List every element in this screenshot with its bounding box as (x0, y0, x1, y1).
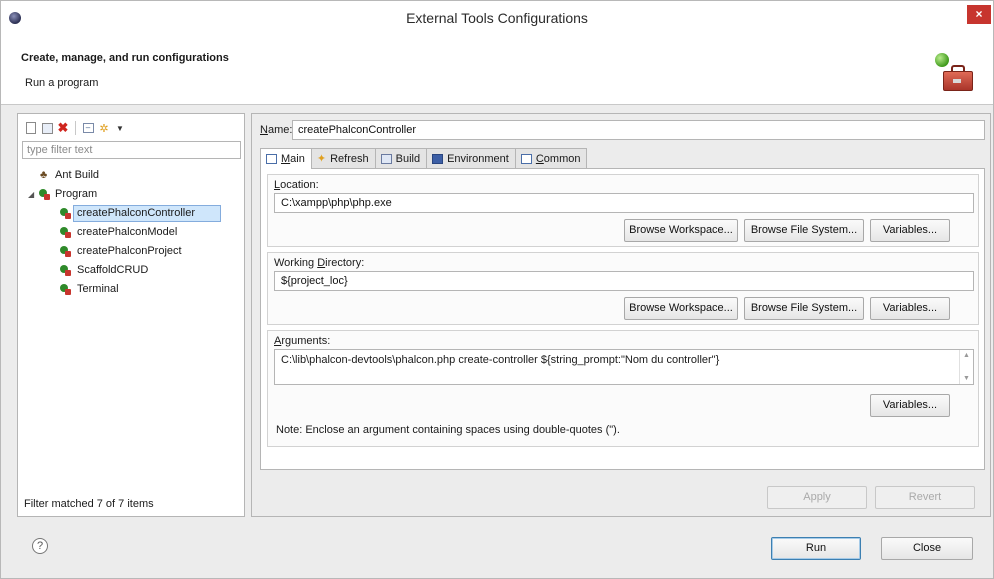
name-label: Name: (260, 124, 293, 136)
toolbox-icon (935, 53, 975, 93)
ant-icon: ♣ (40, 169, 48, 181)
tab-main[interactable]: Main (260, 148, 312, 169)
tree-item-createphalconcontroller[interactable]: createPhalconController (18, 204, 244, 223)
program-launch-icon (60, 284, 72, 295)
tab-bar: Main ✦ Refresh Build Environment Common (260, 148, 588, 169)
build-icon (380, 153, 392, 164)
collapse-all-button[interactable]: – (81, 121, 95, 135)
dialog-window: External Tools Configurations × Create, … (0, 0, 994, 579)
tree-item-createphalconmodel[interactable]: createPhalconModel (18, 223, 244, 242)
configuration-list-panel: ✖ – ✲ ▼ ♣ Ant Build ◢ Program createPhal… (17, 113, 245, 517)
arguments-note: Note: Enclose an argument containing spa… (276, 424, 620, 436)
title-bar: External Tools Configurations × (1, 1, 993, 35)
arguments-text: C:\lib\phalcon-devtools\phalcon.php crea… (281, 354, 720, 366)
tree-item-ant-build[interactable]: ♣ Ant Build (18, 166, 244, 185)
working-directory-field[interactable] (274, 271, 974, 291)
program-launch-icon (60, 265, 72, 276)
filter-status-text: Filter matched 7 of 7 items (24, 498, 154, 510)
tab-label: Environment (447, 152, 509, 165)
location-label: Location: (274, 179, 319, 191)
main-tab-content: Location: Browse Workspace... Browse Fil… (260, 168, 985, 470)
close-button[interactable]: Close (881, 537, 973, 560)
tree-item-label: createPhalconModel (77, 226, 178, 238)
tree-item-createphalconproject[interactable]: createPhalconProject (18, 242, 244, 261)
arguments-label: Arguments: (274, 335, 331, 347)
window-title: External Tools Configurations (406, 10, 588, 26)
working-directory-label: Working Directory: (274, 257, 365, 269)
tree-item-terminal[interactable]: Terminal (18, 280, 244, 299)
browse-file-system-button[interactable]: Browse File System... (744, 219, 864, 242)
tree-item-label: Program (55, 188, 98, 200)
program-launch-icon (60, 246, 72, 257)
tab-refresh[interactable]: ✦ Refresh (310, 148, 376, 168)
tree-item-label: ScaffoldCRUD (77, 264, 149, 276)
run-button[interactable]: Run (771, 537, 861, 560)
new-file-icon (26, 122, 36, 134)
filter-icon: ✲ (99, 122, 109, 135)
tree-item-label: createPhalconController (77, 207, 196, 219)
delete-configuration-button[interactable]: ✖ (56, 120, 70, 135)
filter-button[interactable]: ✲ (97, 121, 111, 135)
browse-file-system-button[interactable]: Browse File System... (744, 297, 864, 320)
tab-common[interactable]: Common (514, 148, 588, 168)
common-icon (520, 153, 532, 164)
scroll-down-arrow-icon[interactable]: ▼ (963, 375, 970, 382)
new-configuration-button[interactable] (24, 121, 38, 135)
revert-button[interactable]: Revert (875, 486, 975, 509)
header-title: Create, manage, and run configurations (21, 52, 229, 64)
tree-item-label: Ant Build (55, 169, 100, 181)
tree-item-label: Terminal (77, 283, 119, 295)
view-menu-button[interactable]: ▼ (113, 121, 127, 135)
duplicate-configuration-button[interactable] (40, 121, 54, 135)
collapse-all-icon: – (82, 123, 94, 133)
filter-input[interactable] (22, 141, 241, 159)
program-launch-icon (60, 208, 72, 219)
vertical-scrollbar[interactable]: ▲ ▼ (959, 350, 973, 384)
location-field[interactable] (274, 193, 974, 213)
configuration-toolbar: ✖ – ✲ ▼ (24, 120, 127, 136)
main-tab-icon (266, 154, 277, 164)
environment-icon (432, 153, 444, 164)
apply-button[interactable]: Apply (767, 486, 867, 509)
tab-label: Common (535, 152, 581, 165)
header-subtitle: Run a program (25, 77, 99, 89)
refresh-icon: ✦ (316, 153, 327, 165)
tab-label: Main (281, 153, 305, 165)
dialog-header: Create, manage, and run configurations R… (1, 35, 993, 105)
variables-button[interactable]: Variables... (870, 219, 950, 242)
configuration-editor-panel: Name: Main ✦ Refresh Build Environment C… (251, 113, 991, 517)
configuration-tree: ♣ Ant Build ◢ Program createPhalconContr… (18, 166, 244, 299)
browse-workspace-button[interactable]: Browse Workspace... (624, 297, 738, 320)
browse-workspace-button[interactable]: Browse Workspace... (624, 219, 738, 242)
close-window-button[interactable]: × (967, 5, 991, 24)
tree-item-label: createPhalconProject (77, 245, 182, 257)
duplicate-icon (41, 122, 53, 134)
location-group: Location: Browse Workspace... Browse Fil… (267, 174, 979, 247)
tab-environment[interactable]: Environment (426, 148, 516, 168)
arguments-group: Arguments: C:\lib\phalcon-devtools\phalc… (267, 330, 979, 447)
name-field[interactable] (292, 120, 985, 140)
variables-button[interactable]: Variables... (870, 297, 950, 320)
expanded-arrow-icon[interactable]: ◢ (28, 185, 34, 204)
variables-button[interactable]: Variables... (870, 394, 950, 417)
tree-item-scaffoldcrud[interactable]: ScaffoldCRUD (18, 261, 244, 280)
working-directory-group: Working Directory: Browse Workspace... B… (267, 252, 979, 325)
tab-label: Build (395, 152, 421, 165)
program-launch-icon (60, 227, 72, 238)
delete-x-icon: ✖ (57, 120, 69, 135)
toolbar-divider (75, 121, 76, 135)
tab-build[interactable]: Build (374, 148, 428, 168)
tab-label: Refresh (330, 152, 369, 165)
scroll-up-arrow-icon[interactable]: ▲ (963, 352, 970, 359)
arguments-textarea[interactable]: C:\lib\phalcon-devtools\phalcon.php crea… (274, 349, 974, 385)
tree-item-program[interactable]: ◢ Program (18, 185, 244, 204)
dropdown-arrow-icon: ▼ (116, 123, 124, 133)
help-icon[interactable]: ? (32, 538, 48, 554)
program-icon (39, 189, 51, 200)
